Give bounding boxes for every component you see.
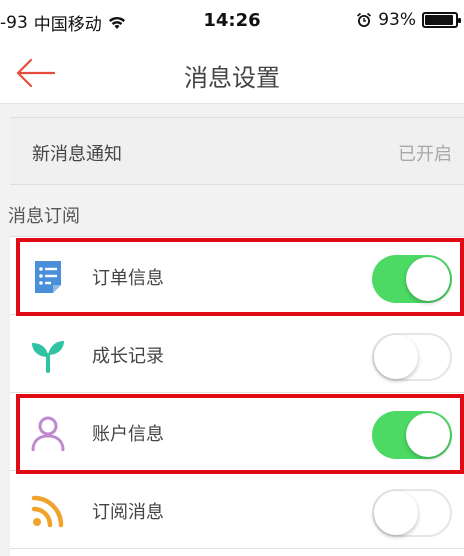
order-info-toggle[interactable] [372,255,452,303]
status-right: 93% [356,10,461,30]
status-bar: -93 中国移动 14:26 93% [0,0,464,42]
subscription-item-label: 成长记录 [92,346,164,367]
new-message-notification-row[interactable]: 新消息通知 已开启 [10,117,464,185]
toggle-knob [374,491,418,535]
nav-bar: 消息设置 [0,42,464,104]
subscription-item-subscribe: 订阅消息 [10,471,464,549]
subscription-item-label: 订阅消息 [92,502,164,523]
subscription-item-label: 账户信息 [92,424,164,445]
battery-percent: 93% [378,10,416,30]
subscription-section-header: 消息订阅 [8,206,80,227]
battery-icon [422,12,461,28]
page-title: 消息设置 [184,64,280,92]
notification-status: 已开启 [398,144,452,165]
order-document-icon [35,261,61,293]
battery-fill [425,15,453,25]
user-icon [31,416,65,451]
subscription-list: 订单信息 成长记录 账户信息 订阅消息 [10,236,464,556]
growth-record-toggle[interactable] [372,333,452,381]
rss-feed-icon [31,495,64,528]
toggle-knob [374,335,418,379]
subscription-item-account: 账户信息 [10,393,464,471]
subscription-item-order: 订单信息 [10,237,464,315]
subscription-item-growth: 成长记录 [10,315,464,393]
account-info-toggle[interactable] [372,411,452,459]
toggle-knob [406,257,450,301]
sprout-icon [32,341,64,373]
toggle-knob [406,413,450,457]
notification-label: 新消息通知 [32,144,122,165]
alarm-clock-icon [357,12,372,27]
subscription-item-label: 订单信息 [92,268,164,289]
subscribe-message-toggle[interactable] [372,489,452,537]
